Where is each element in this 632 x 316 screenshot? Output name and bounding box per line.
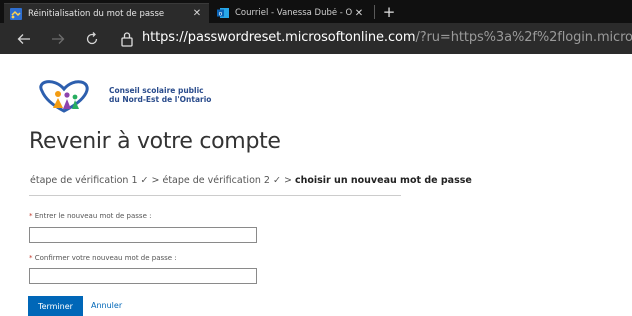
password-reset-icon (10, 7, 22, 20)
back-icon[interactable] (14, 29, 34, 49)
page-title: Revenir à votre compte (29, 129, 281, 154)
breadcrumb: étape de vérification 1 ✓ > étape de vér… (30, 175, 472, 186)
tab-divider (374, 5, 375, 19)
org-logo (39, 80, 89, 113)
confirm-password-input[interactable] (29, 268, 257, 284)
submit-button[interactable]: Terminer (28, 296, 83, 316)
org-name-line-1: Conseil scolaire public (109, 86, 204, 95)
new-password-label: * Entrer le nouveau mot de passe : (29, 212, 151, 220)
tab-title: Réinitialisation du mot de passe (28, 8, 165, 19)
step-2: étape de vérification 2 ✓ > (162, 175, 292, 186)
lock-icon[interactable] (120, 31, 134, 47)
url-path: /?ru=https%3a%2f%2flogin.microsoftonline… (415, 30, 632, 45)
tab-password-reset[interactable]: Réinitialisation du mot de passe ✕ (4, 3, 209, 23)
divider (29, 195, 401, 196)
required-mark: * (29, 254, 33, 262)
forward-icon[interactable] (48, 29, 68, 49)
refresh-icon[interactable] (82, 29, 102, 49)
outlook-icon: o (217, 7, 229, 19)
url-host: https://passwordreset.microsoftonline.co… (142, 30, 416, 45)
svg-text:o: o (219, 10, 223, 17)
tab-outlook[interactable]: o Courriel - Vanessa Dubé - Outlo ✕ (211, 3, 371, 23)
tab-title: Courriel - Vanessa Dubé - Outlo (235, 8, 353, 18)
new-tab-button[interactable]: + (381, 2, 397, 22)
org-name: Conseil scolaire public du Nord-Est de l… (109, 86, 211, 104)
new-password-label-text: Entrer le nouveau mot de passe : (34, 212, 152, 220)
confirm-password-label-text: Confirmer votre nouveau mot de passe : (34, 254, 177, 262)
close-icon[interactable]: ✕ (191, 8, 203, 19)
cancel-link[interactable]: Annuler (91, 301, 122, 310)
address-bar[interactable]: https://passwordreset.microsoftonline.co… (142, 23, 632, 54)
confirm-password-label: * Confirmer votre nouveau mot de passe : (29, 254, 177, 262)
tab-strip: Réinitialisation du mot de passe ✕ o Cou… (0, 0, 632, 23)
browser-chrome: Réinitialisation du mot de passe ✕ o Cou… (0, 0, 632, 54)
navigation-bar: https://passwordreset.microsoftonline.co… (0, 23, 632, 54)
required-mark: * (29, 212, 33, 220)
close-icon[interactable]: ✕ (353, 8, 365, 19)
org-name-line-2: du Nord-Est de l'Ontario (109, 95, 212, 104)
step-1: étape de vérification 1 ✓ > (30, 175, 160, 186)
new-password-input[interactable] (29, 227, 257, 243)
step-current: choisir un nouveau mot de passe (294, 175, 472, 186)
